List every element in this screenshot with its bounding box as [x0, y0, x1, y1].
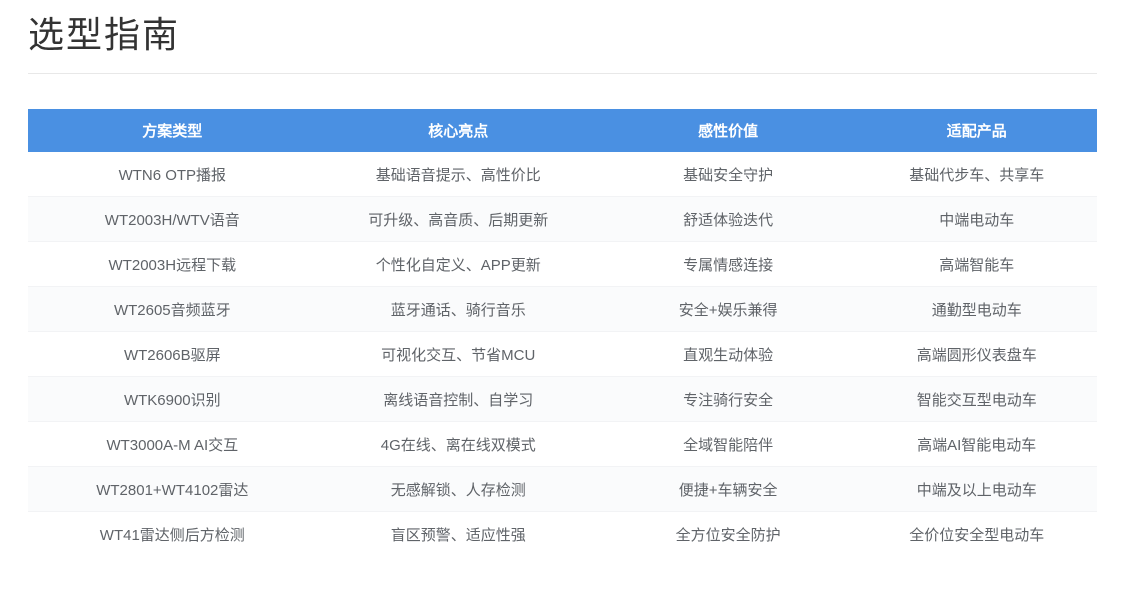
cell-highlight: 个性化自定义、APP更新 [316, 241, 600, 288]
cell-scheme: WT3000A-M AI交互 [28, 421, 317, 468]
cell-product: 高端智能车 [856, 241, 1097, 288]
table-row: WT41雷达侧后方检测 盲区预警、适应性强 全方位安全防护 全价位安全型电动车 [28, 512, 1097, 557]
cell-scheme: WT2606B驱屏 [28, 331, 317, 378]
table-row: WTN6 OTP播报 基础语音提示、高性价比 基础安全守护 基础代步车、共享车 [28, 151, 1097, 198]
cell-product: 高端AI智能电动车 [856, 421, 1097, 468]
table-row: WT3000A-M AI交互 4G在线、离在线双模式 全域智能陪伴 高端AI智能… [28, 421, 1097, 468]
header-core-highlight: 核心亮点 [316, 108, 600, 152]
cell-value: 安全+娱乐兼得 [599, 286, 857, 333]
table-row: WT2606B驱屏 可视化交互、节省MCU 直观生动体验 高端圆形仪表盘车 [28, 331, 1097, 378]
table-header: 方案类型 核心亮点 感性价值 适配产品 [28, 108, 1097, 152]
header-compatible-product: 适配产品 [856, 108, 1097, 152]
cell-highlight: 基础语音提示、高性价比 [316, 151, 600, 198]
cell-product: 通勤型电动车 [856, 286, 1097, 333]
table-row: WT2003H远程下载 个性化自定义、APP更新 专属情感连接 高端智能车 [28, 241, 1097, 288]
cell-product: 中端及以上电动车 [856, 466, 1097, 513]
cell-value: 专注骑行安全 [599, 376, 857, 423]
cell-scheme: WT2605音频蓝牙 [28, 286, 317, 333]
cell-scheme: WT2003H/WTV语音 [28, 196, 317, 243]
cell-scheme: WT2003H远程下载 [28, 241, 317, 288]
cell-value: 全方位安全防护 [675, 527, 781, 545]
cell-product: 中端电动车 [856, 196, 1097, 243]
header-scheme-type: 方案类型 [28, 108, 317, 152]
cell-scheme: WTN6 OTP播报 [28, 151, 317, 198]
cell-scheme: WT2801+WT4102雷达 [28, 466, 317, 513]
page-title: 选型指南 [28, 14, 181, 55]
table-row: WT2605音频蓝牙 蓝牙通话、骑行音乐 安全+娱乐兼得 通勤型电动车 [28, 286, 1097, 333]
table-row: WTK6900识别 离线语音控制、自学习 专注骑行安全 智能交互型电动车 [28, 376, 1097, 423]
cell-highlight: 离线语音控制、自学习 [316, 376, 600, 423]
cell-highlight: 无感解锁、人存检测 [316, 466, 600, 513]
cell-value: 便捷+车辆安全 [599, 466, 857, 513]
cell-product: 智能交互型电动车 [856, 376, 1097, 423]
cell-product: 基础代步车、共享车 [856, 151, 1097, 198]
header-row: 方案类型 核心亮点 感性价值 适配产品 [28, 108, 1097, 152]
table-body: WTN6 OTP播报 基础语音提示、高性价比 基础安全守护 基础代步车、共享车 … [28, 151, 1097, 557]
cell-value: 全域智能陪伴 [599, 421, 857, 468]
selection-guide-table: 方案类型 核心亮点 感性价值 适配产品 WTN6 OTP播报 基础语音提示、高性… [28, 108, 1097, 557]
cell-value: 直观生动体验 [599, 331, 857, 378]
table-row: WT2801+WT4102雷达 无感解锁、人存检测 便捷+车辆安全 中端及以上电… [28, 466, 1097, 513]
cell-value: 专属情感连接 [599, 241, 857, 288]
cell-product: 高端圆形仪表盘车 [856, 331, 1097, 378]
table-row: WT2003H/WTV语音 可升级、高音质、后期更新 舒适体验迭代 中端电动车 [28, 196, 1097, 243]
page-container: 选型指南 方案类型 核心亮点 感性价值 适配产品 WTN6 OTP播报 基础语音… [0, 0, 1125, 557]
cell-highlight: 可升级、高音质、后期更新 [316, 196, 600, 243]
title-divider [28, 72, 1097, 74]
cell-highlight: 盲区预警、适应性强 [390, 527, 526, 545]
cell-scheme: WT41雷达侧后方检测 [99, 527, 245, 545]
cell-product: 全价位安全型电动车 [909, 527, 1045, 545]
cell-highlight: 蓝牙通话、骑行音乐 [316, 286, 600, 333]
cell-highlight: 4G在线、离在线双模式 [316, 421, 600, 468]
cell-scheme: WTK6900识别 [28, 376, 317, 423]
cell-highlight: 可视化交互、节省MCU [316, 331, 600, 378]
cell-value: 舒适体验迭代 [599, 196, 857, 243]
cell-value: 基础安全守护 [599, 151, 857, 198]
header-emotional-value: 感性价值 [599, 108, 857, 152]
